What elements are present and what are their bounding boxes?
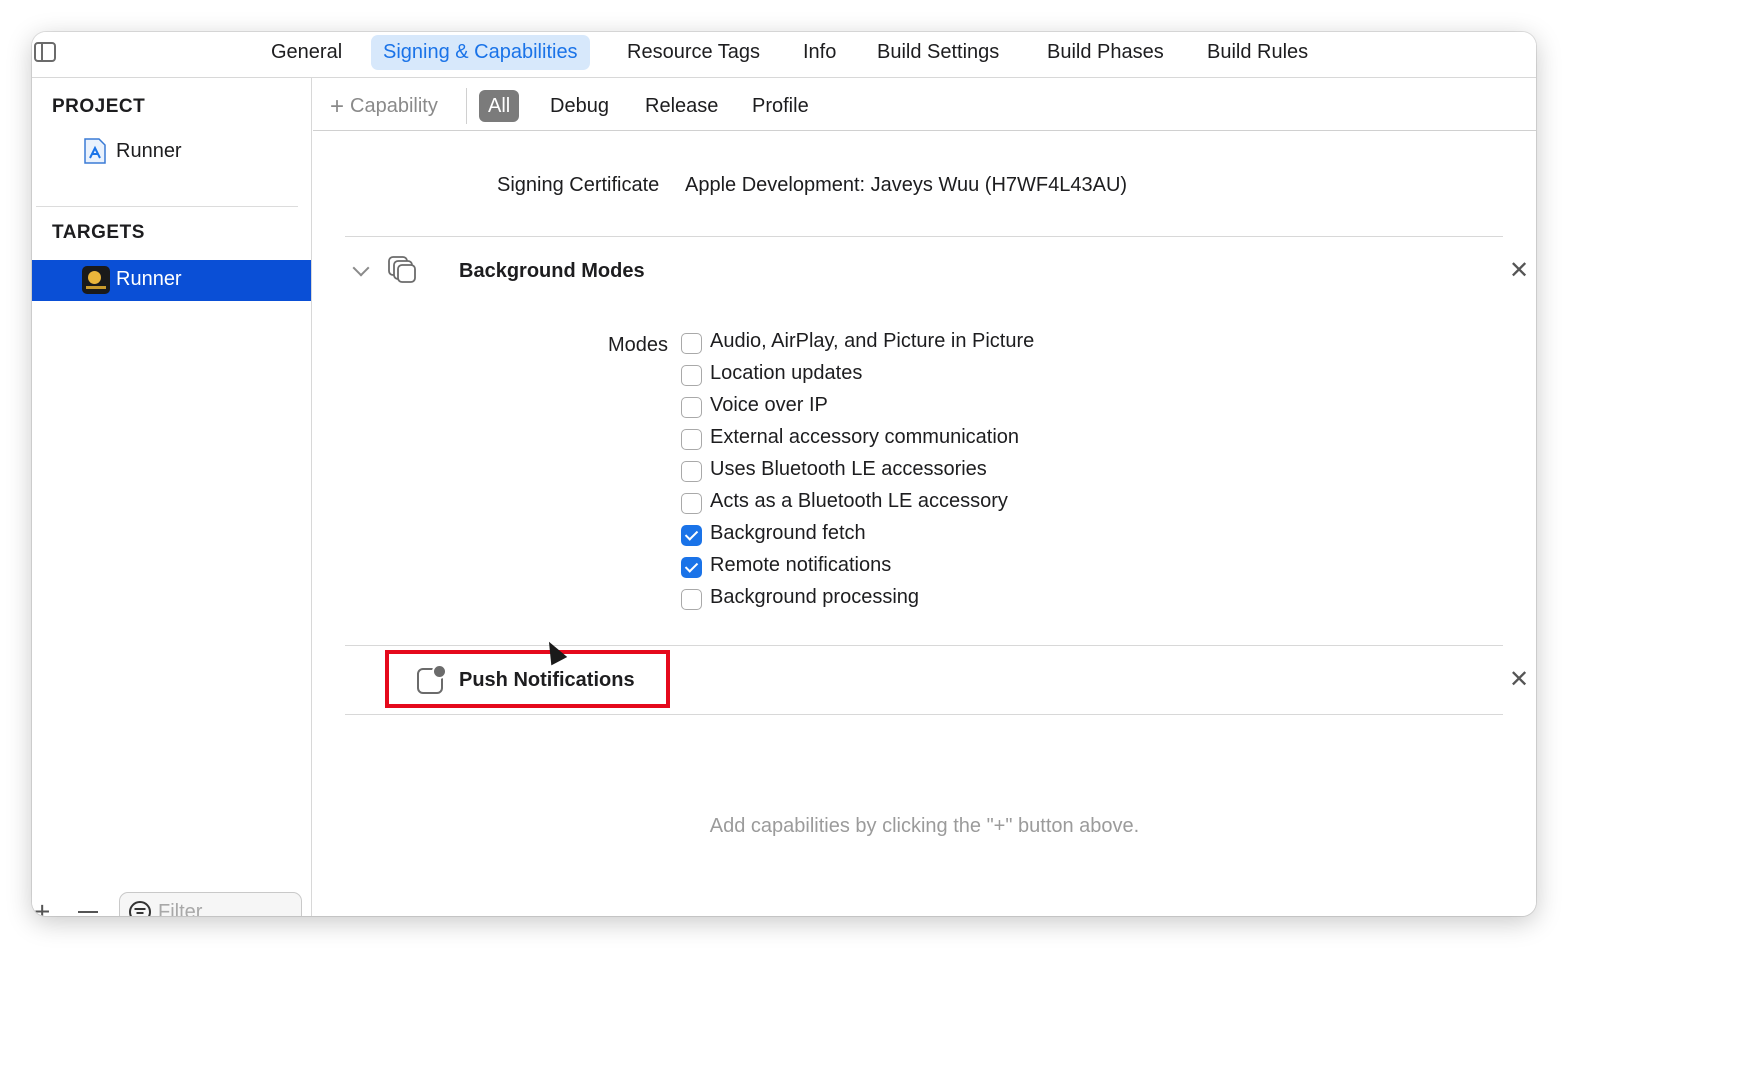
- segment-profile[interactable]: Profile: [743, 90, 818, 122]
- checkbox[interactable]: [681, 493, 702, 514]
- add-capabilities-hint: Add capabilities by clicking the "+" but…: [709, 815, 1140, 837]
- tab-build-settings[interactable]: Build Settings: [865, 35, 1011, 70]
- app-icon: [82, 266, 110, 294]
- checkbox[interactable]: [681, 397, 702, 418]
- section-divider: [345, 236, 1503, 237]
- checkbox[interactable]: [681, 333, 702, 354]
- sidebar-item-label: Runner: [116, 140, 182, 162]
- mode-label: External accessory communication: [710, 426, 1020, 448]
- remove-background-modes-icon[interactable]: ✕: [1509, 259, 1529, 283]
- plus-icon: +: [330, 93, 345, 120]
- checkbox[interactable]: [681, 429, 702, 450]
- project-sidebar: PROJECT Runner TARGETS Runner + Filter: [32, 78, 312, 916]
- capabilities-editor: + Capability All Debug Release Profile Si…: [313, 78, 1536, 916]
- highlight-box: [385, 650, 670, 708]
- project-file-icon: [84, 138, 106, 164]
- checkbox[interactable]: [681, 461, 702, 482]
- modes-label: Modes: [608, 334, 669, 356]
- segment-all[interactable]: All: [479, 90, 520, 122]
- tab-info[interactable]: Info: [791, 35, 848, 70]
- tab-build-phases[interactable]: Build Phases: [1035, 35, 1176, 70]
- checkbox[interactable]: [681, 365, 702, 386]
- background-modes-title: Background Modes: [459, 260, 645, 282]
- sidebar-item-label: Runner: [116, 268, 182, 290]
- segment-debug[interactable]: Debug: [541, 90, 618, 122]
- filter-placeholder: Filter: [158, 901, 203, 916]
- signing-certificate-label: Signing Certificate: [497, 174, 660, 196]
- mode-label: Audio, AirPlay, and Picture in Picture: [710, 330, 1035, 352]
- checkbox[interactable]: [681, 589, 702, 610]
- xcode-window: General Signing & Capabilities Resource …: [32, 32, 1536, 916]
- filter-field[interactable]: Filter: [119, 892, 302, 916]
- chevron-down-icon[interactable]: [352, 259, 370, 277]
- mode-label: Remote notifications: [710, 554, 892, 576]
- signing-certificate-value: Apple Development: Javeys Wuu (H7WF4L43A…: [685, 174, 1128, 196]
- tab-resource-tags[interactable]: Resource Tags: [615, 35, 772, 70]
- sidebar-item-project-runner[interactable]: Runner: [32, 132, 311, 173]
- checkbox[interactable]: [681, 525, 702, 546]
- section-divider: [345, 714, 1503, 715]
- sidebar-toggle-icon[interactable]: [34, 42, 56, 62]
- sidebar-item-target-runner[interactable]: Runner: [32, 260, 311, 301]
- project-header: PROJECT: [52, 96, 146, 117]
- mode-label: Acts as a Bluetooth LE accessory: [710, 490, 1008, 512]
- mode-label: Background processing: [710, 586, 920, 608]
- mode-label: Location updates: [710, 362, 863, 384]
- mode-label: Uses Bluetooth LE accessories: [710, 458, 987, 480]
- tab-signing-capabilities[interactable]: Signing & Capabilities: [371, 35, 590, 70]
- sidebar-divider: [36, 206, 298, 207]
- add-capability-label: Capability: [350, 95, 438, 117]
- editor-tab-bar: General Signing & Capabilities Resource …: [32, 32, 1536, 78]
- targets-header: TARGETS: [52, 222, 145, 243]
- mode-label: Voice over IP: [710, 394, 828, 416]
- tab-general[interactable]: General: [259, 35, 354, 70]
- capability-filter-bar: + Capability All Debug Release Profile: [313, 78, 1536, 131]
- remove-target-icon[interactable]: [78, 911, 98, 913]
- remove-push-notifications-icon[interactable]: ✕: [1509, 668, 1529, 692]
- section-divider: [345, 645, 1503, 646]
- add-capability-button[interactable]: + Capability: [330, 93, 438, 121]
- background-modes-icon: [388, 256, 416, 283]
- segment-release[interactable]: Release: [636, 90, 727, 122]
- add-target-icon[interactable]: +: [34, 898, 50, 917]
- mode-label: Background fetch: [710, 522, 866, 544]
- checkbox[interactable]: [681, 557, 702, 578]
- filter-icon: [129, 901, 151, 916]
- tab-build-rules[interactable]: Build Rules: [1195, 35, 1320, 70]
- filter-bar-divider: [466, 88, 467, 124]
